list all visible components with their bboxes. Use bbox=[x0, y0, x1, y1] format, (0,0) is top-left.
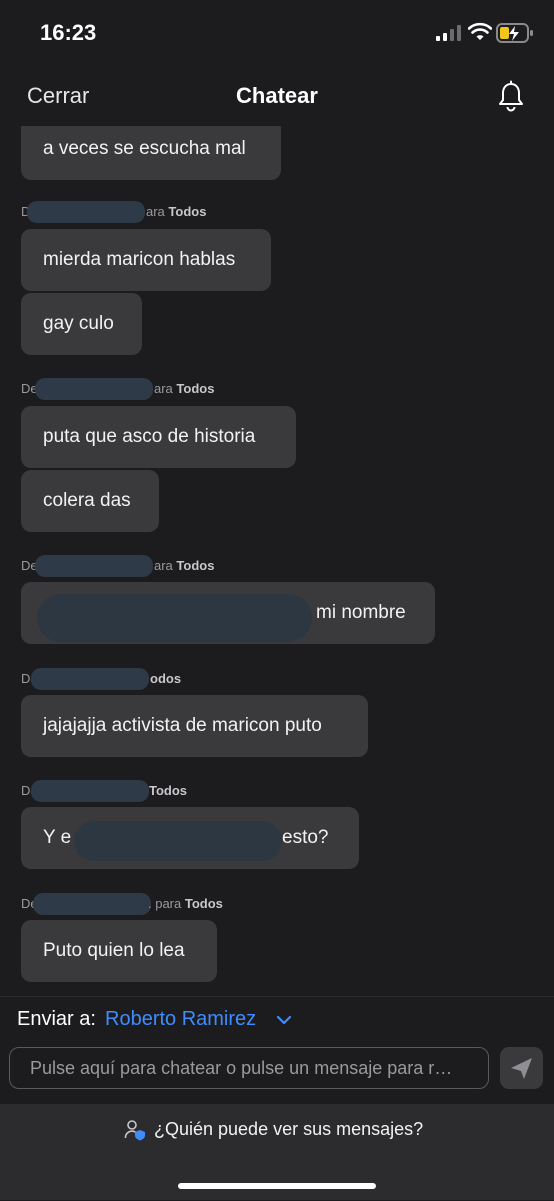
status-bar: 16:23 bbox=[0, 0, 554, 66]
message-sender: De ara Todos bbox=[21, 201, 321, 223]
message-bubble[interactable]: mierda maricon hablas bbox=[21, 229, 271, 291]
message-bubble[interactable]: Y e esto? bbox=[21, 807, 359, 869]
message-text: colera das bbox=[43, 490, 131, 511]
wifi-icon bbox=[468, 22, 492, 40]
chat-message-list[interactable]: a veces se escucha mal De ara Todos mier… bbox=[0, 126, 554, 996]
message-text: esto? bbox=[282, 827, 329, 848]
message-text: mierda maricon hablas bbox=[43, 249, 236, 270]
cellular-signal-icon bbox=[436, 25, 461, 41]
bell-icon[interactable] bbox=[496, 80, 526, 112]
status-time: 16:23 bbox=[40, 20, 97, 45]
redacted-name bbox=[33, 893, 151, 915]
who-can-see-link[interactable]: ¿Quién puede ver sus mensajes? bbox=[154, 1119, 423, 1140]
user-shield-icon bbox=[124, 1120, 145, 1141]
message-sender: De odos bbox=[21, 668, 321, 690]
chevron-down-icon[interactable] bbox=[276, 1014, 292, 1026]
message-bubble[interactable]: mi nombre bbox=[21, 582, 435, 644]
recipient-selector[interactable]: Roberto Ramirez bbox=[105, 1008, 256, 1031]
message-bubble[interactable]: colera das bbox=[21, 470, 159, 532]
message-bubble[interactable]: Puto quien lo lea bbox=[21, 920, 217, 982]
message-text: a veces se escucha mal bbox=[43, 138, 246, 159]
message-text: jajajajja activista de maricon puto bbox=[43, 715, 322, 736]
redacted-name bbox=[31, 668, 149, 690]
message-text: puta que asco de historia bbox=[43, 426, 256, 447]
message-sender: De ara Todos bbox=[21, 378, 321, 400]
redacted-name bbox=[35, 555, 153, 577]
battery-charging-icon bbox=[496, 23, 533, 43]
page-title: Chatear bbox=[236, 83, 318, 108]
chat-input[interactable]: Pulse aquí para chatear o pulse un mensa… bbox=[9, 1047, 489, 1089]
message-text: mi nombre bbox=[316, 602, 406, 623]
send-to-label: Enviar a: bbox=[17, 1008, 96, 1030]
redacted-name bbox=[31, 780, 149, 802]
message-text: Puto quien lo lea bbox=[43, 940, 185, 961]
message-text: gay culo bbox=[43, 313, 114, 334]
home-indicator[interactable] bbox=[178, 1183, 376, 1189]
redacted-text bbox=[37, 594, 312, 642]
message-bubble[interactable]: gay culo bbox=[21, 293, 142, 355]
send-icon bbox=[511, 1058, 532, 1079]
send-button[interactable] bbox=[500, 1047, 543, 1089]
redacted-text bbox=[74, 821, 282, 861]
message-sender: De . para Todos bbox=[21, 893, 321, 915]
message-bubble[interactable]: jajajajja activista de maricon puto bbox=[21, 695, 368, 757]
message-sender: De ara Todos bbox=[21, 555, 321, 577]
redacted-name bbox=[35, 378, 153, 400]
message-sender: De Todos bbox=[21, 780, 321, 802]
message-bubble[interactable]: puta que asco de historia bbox=[21, 406, 296, 468]
message-bubble[interactable]: a veces se escucha mal bbox=[21, 126, 281, 180]
redacted-name bbox=[27, 201, 145, 223]
message-text: Y e bbox=[43, 827, 72, 848]
chat-input-placeholder: Pulse aquí para chatear o pulse un mensa… bbox=[30, 1058, 453, 1078]
